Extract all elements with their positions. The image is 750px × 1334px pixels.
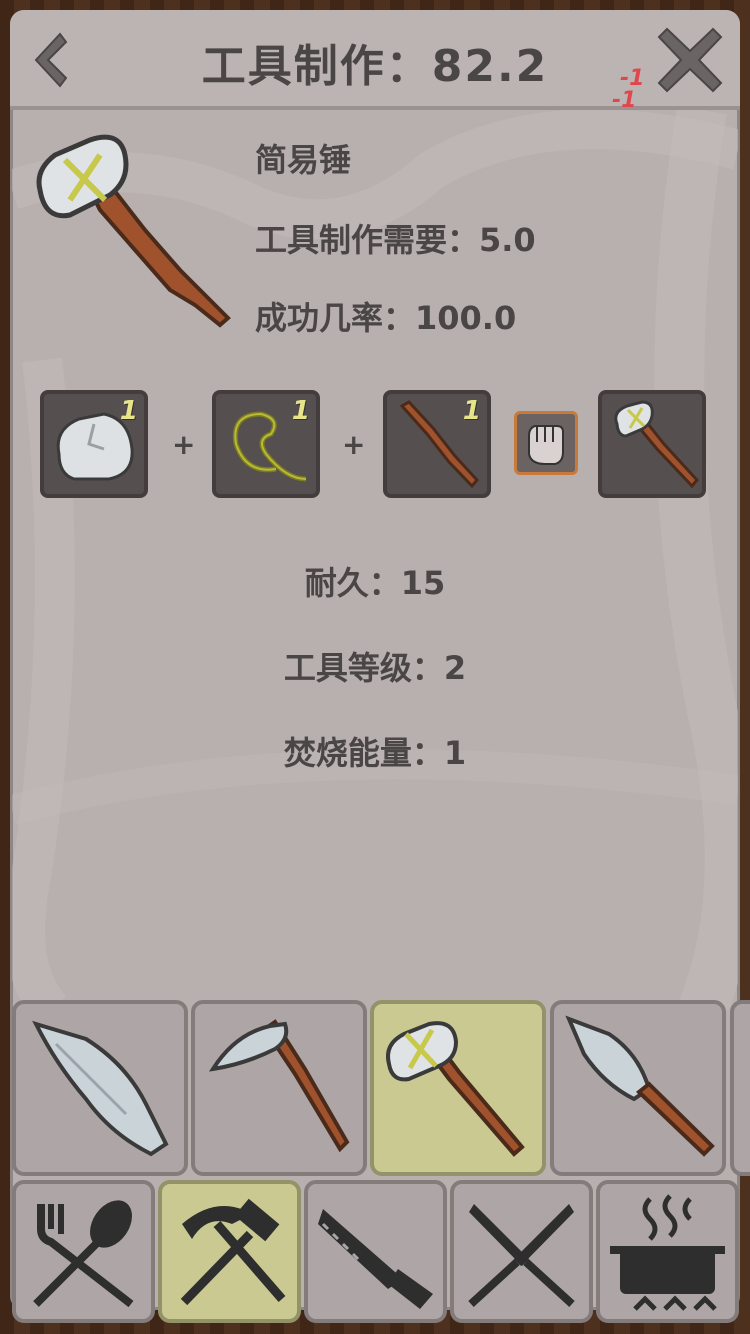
ingredient-slot-stone[interactable]: 1 xyxy=(40,390,148,498)
craft-method-slot[interactable] xyxy=(514,411,578,475)
stone-spear-icon xyxy=(565,1015,715,1157)
recipe-tab-partial[interactable] xyxy=(730,1000,750,1176)
sharp-stone-icon xyxy=(32,1020,169,1157)
fist-icon xyxy=(528,425,564,465)
success-rate: 成功几率：100.0 xyxy=(255,299,517,337)
close-icon xyxy=(657,27,723,93)
category-tab-weapons[interactable] xyxy=(450,1180,593,1323)
pickaxe-hammer-icon xyxy=(180,1198,286,1306)
penalty-indicator: -1 -1 xyxy=(612,68,652,116)
stat-tool-level: 工具等级：2 xyxy=(283,649,467,687)
stone-hammer-icon xyxy=(30,130,240,340)
plus-sign: + xyxy=(172,428,196,461)
ingredient-slot-stick[interactable]: 1 xyxy=(383,390,491,498)
ingredient-qty: 1 xyxy=(119,396,138,426)
ingredient-qty: 1 xyxy=(291,396,310,426)
category-tab-cooking[interactable] xyxy=(596,1180,739,1323)
fork-spoon-icon xyxy=(33,1200,134,1308)
stone-hammer-icon xyxy=(614,400,699,489)
ingredient-slot-vine[interactable]: 1 xyxy=(212,390,320,498)
ingredient-qty: 1 xyxy=(462,396,481,426)
penalty-bottom: -1 xyxy=(612,88,637,113)
recipe-tab-stone-hammer[interactable] xyxy=(370,1000,546,1176)
plus-sign: + xyxy=(342,428,366,461)
penalty-top: -1 xyxy=(620,66,645,91)
recipe-tab-stone-axe[interactable] xyxy=(191,1000,367,1176)
stat-durability: 耐久：15 xyxy=(304,564,446,602)
category-tab-carpentry[interactable] xyxy=(304,1180,447,1323)
category-tab-food[interactable] xyxy=(12,1180,155,1323)
category-tab-tools[interactable] xyxy=(158,1180,301,1323)
item-name: 简易锤 xyxy=(255,141,352,179)
stone-axe-icon xyxy=(208,1019,350,1153)
saw-icon xyxy=(318,1209,433,1309)
result-slot[interactable] xyxy=(598,390,706,498)
skill-requirement: 工具制作需要：5.0 xyxy=(255,221,536,259)
recipe-tab-sharp-stone[interactable] xyxy=(12,1000,188,1176)
cooking-pot-icon xyxy=(610,1194,725,1311)
recipe-tab-stone-spear[interactable] xyxy=(550,1000,726,1176)
stat-burn-energy: 焚烧能量：1 xyxy=(283,734,467,772)
crossed-knives-icon xyxy=(468,1204,575,1307)
close-button[interactable] xyxy=(655,25,725,95)
stone-hammer-icon xyxy=(386,1021,525,1157)
